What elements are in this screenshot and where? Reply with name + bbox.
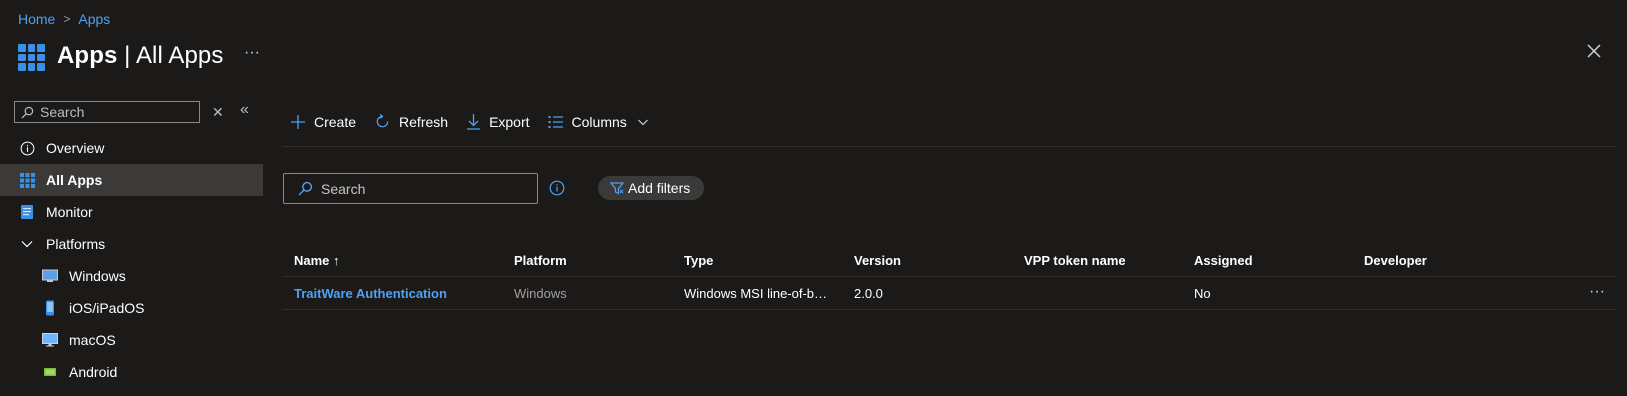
apps-search-placeholder: Search <box>321 180 366 197</box>
add-filters-label: Add filters <box>628 180 691 196</box>
chevron-down-icon <box>18 235 36 253</box>
page-header: Apps | All Apps <box>18 40 223 71</box>
chevron-down-icon <box>637 119 648 125</box>
create-button[interactable]: Create <box>290 114 356 130</box>
info-icon <box>18 139 36 157</box>
sidebar-item-all-apps[interactable]: All Apps <box>0 164 263 196</box>
more-options-icon[interactable]: ··· <box>244 44 260 62</box>
windows-device-icon <box>41 267 59 285</box>
sidebar-item-label: macOS <box>69 332 116 348</box>
plus-icon <box>291 114 305 129</box>
sidebar-item-label: Overview <box>46 140 105 156</box>
close-icon[interactable] <box>1583 40 1605 62</box>
column-header-version[interactable]: Version <box>854 253 901 268</box>
refresh-button-label: Refresh <box>399 113 449 130</box>
cell-type: Windows MSI line-of-business app <box>684 285 834 301</box>
sidebar-item-platforms[interactable]: Platforms <box>0 228 263 260</box>
page-title: Apps | All Apps <box>57 42 223 70</box>
breadcrumb-separator-icon: > <box>63 12 71 26</box>
sidebar-item-label: iOS/iPadOS <box>69 300 145 316</box>
sidebar-item-label: Windows <box>69 268 126 284</box>
cell-platform: Windows <box>514 285 567 301</box>
sidebar-item-monitor[interactable]: Monitor <box>0 196 263 228</box>
sidebar-item-ios[interactable]: iOS/iPadOS <box>0 292 263 324</box>
monitor-icon <box>18 203 36 221</box>
columns-list-icon <box>548 115 563 128</box>
columns-button[interactable]: Columns <box>548 114 649 130</box>
sidebar-item-label: Monitor <box>46 204 93 220</box>
collapse-sidebar-icon[interactable]: « <box>240 101 249 119</box>
macos-device-icon <box>41 331 59 349</box>
breadcrumb: Home > Apps <box>18 11 110 27</box>
apps-grid-icon <box>18 171 36 189</box>
table-header: Name ↑ Platform Type Version VPP token n… <box>282 244 1617 277</box>
column-header-assigned[interactable]: Assigned <box>1194 253 1253 268</box>
cell-assigned: No <box>1194 285 1211 301</box>
column-header-name[interactable]: Name ↑ <box>294 253 340 268</box>
table-row[interactable]: TraitWare Authentication Windows Windows… <box>282 277 1617 310</box>
toolbar-divider <box>282 146 1617 147</box>
export-button-label: Export <box>489 113 530 130</box>
page-title-bold: Apps <box>57 41 118 69</box>
command-bar: Create Refresh Export Columns <box>290 113 667 130</box>
ios-device-icon <box>41 299 59 317</box>
filter-icon <box>610 182 624 195</box>
apps-table: Name ↑ Platform Type Version VPP token n… <box>282 244 1617 310</box>
row-more-options-icon[interactable]: ··· <box>1589 283 1605 301</box>
sidebar-item-android[interactable]: Android <box>0 356 263 388</box>
app-name-link[interactable]: TraitWare Authentication <box>294 286 447 301</box>
sidebar-nav: Overview All Apps Monitor Platforms Wind… <box>0 132 263 388</box>
column-header-vpp-token-name[interactable]: VPP token name <box>1024 253 1126 268</box>
download-icon <box>467 114 481 130</box>
apps-search-input[interactable]: Search <box>283 173 538 204</box>
sidebar-item-overview[interactable]: Overview <box>0 132 263 164</box>
refresh-button[interactable]: Refresh <box>374 113 448 130</box>
create-button-label: Create <box>314 113 357 130</box>
breadcrumb-apps-link[interactable]: Apps <box>78 11 110 27</box>
search-icon <box>21 106 34 118</box>
sidebar-search-placeholder: Search <box>40 104 85 120</box>
add-filters-button[interactable]: Add filters <box>598 176 705 200</box>
columns-button-label: Columns <box>571 113 627 130</box>
sidebar-item-label: Android <box>69 364 118 380</box>
column-header-platform[interactable]: Platform <box>514 253 567 268</box>
apps-grid-icon <box>18 44 45 71</box>
export-button[interactable]: Export <box>466 113 530 130</box>
android-device-icon <box>41 363 59 381</box>
cell-version: 2.0.0 <box>854 285 883 301</box>
sidebar-item-macos[interactable]: macOS <box>0 324 263 356</box>
clear-search-icon[interactable]: ✕ <box>212 104 224 121</box>
column-header-type[interactable]: Type <box>684 253 834 268</box>
column-header-developer[interactable]: Developer <box>1364 253 1427 268</box>
breadcrumb-home-link[interactable]: Home <box>18 11 55 27</box>
sidebar-item-windows[interactable]: Windows <box>0 260 263 292</box>
search-icon <box>298 181 313 196</box>
sidebar-item-label: All Apps <box>46 172 103 188</box>
page-title-rest: | All Apps <box>117 41 224 69</box>
refresh-icon <box>376 113 389 128</box>
sidebar-search-input[interactable]: Search <box>14 101 200 123</box>
info-icon[interactable] <box>549 180 565 196</box>
sidebar-item-label: Platforms <box>46 236 106 252</box>
